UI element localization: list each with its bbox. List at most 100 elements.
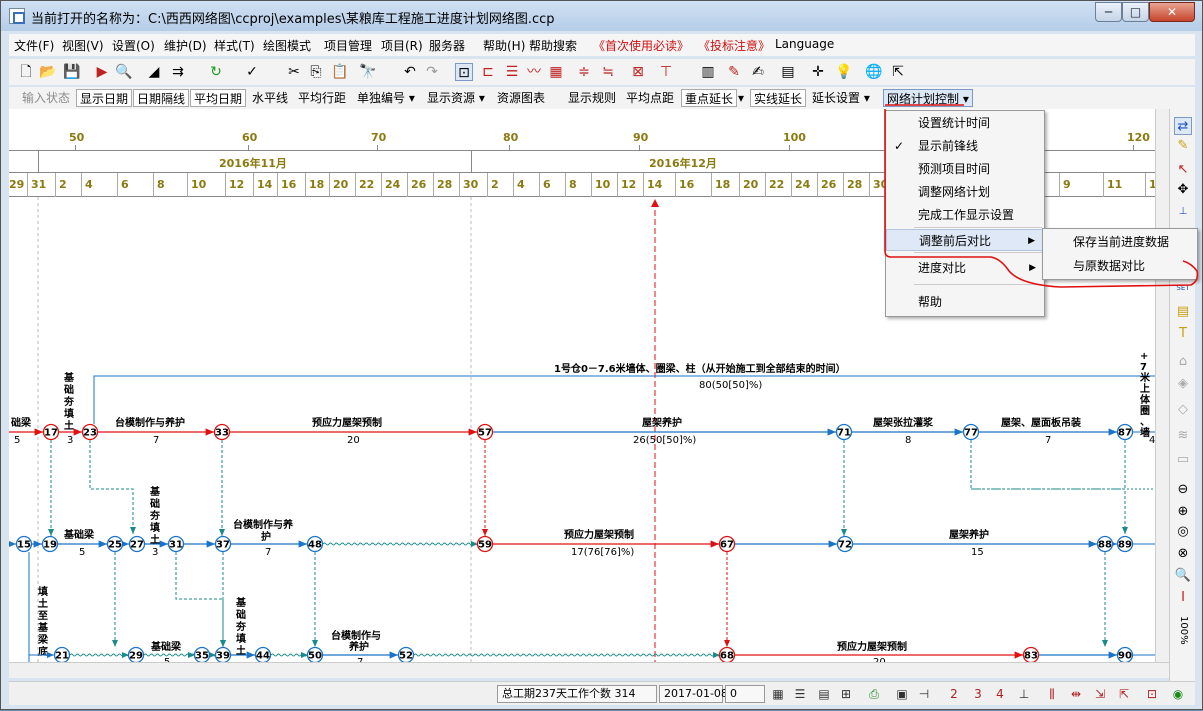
show-res-dropdown[interactable]: 显示资源 ▾ [424,89,488,107]
save-icon[interactable]: 💾 [63,63,81,81]
list-view-icon[interactable]: ☰ [791,685,809,703]
menu-item-6[interactable]: 进度对比 ▶ [886,257,1044,279]
solid-extend-button[interactable]: 实线延长 [750,89,807,107]
new-file-icon[interactable]: 🗋 [17,63,35,81]
grid-view-icon[interactable]: ▤ [815,685,833,703]
search-icon[interactable]: 🔍 [1174,567,1192,585]
input-state-button[interactable]: 输入状态 [19,89,73,107]
pin-tool-icon[interactable]: ✎ [1174,137,1192,155]
bar-icon[interactable]: ☰ [503,63,521,81]
align-icon[interactable]: ≑ [575,63,593,81]
avg-date-button[interactable]: 平均日期 [190,89,247,107]
target-icon[interactable]: ⊗ [1174,545,1192,563]
table-view-icon[interactable]: ▦ [769,685,787,703]
num4-icon[interactable]: 4 [991,685,1009,703]
check-icon[interactable]: ✓ [243,63,261,81]
tree-view-icon[interactable]: ⊞ [837,685,855,703]
menu-2[interactable]: 设置(O) [112,37,155,54]
layer-tool-icon[interactable]: ◈ [1174,375,1192,393]
horizontal-scrollbar[interactable] [9,662,1169,678]
line-style-icon[interactable]: ◢ [145,63,163,81]
exit-icon[interactable]: ⇱ [889,63,907,81]
show-date-button[interactable]: 显示日期 [76,89,133,107]
wave-tool-icon[interactable]: ≋ [1174,427,1192,445]
num3-icon[interactable]: 3 [969,685,987,703]
pointer-tool-icon[interactable]: ↖ [1174,161,1192,179]
network-view-icon[interactable]: ⊡ [455,63,473,81]
menu-5[interactable]: 绘图模式 [263,37,311,54]
avg-row-button[interactable]: 平均行距 [295,89,349,107]
zoom-in-icon[interactable]: ⊕ [1174,503,1192,521]
menu-item-3[interactable]: 调整网络计划 [886,181,1044,203]
export-icon[interactable]: ▶ [93,63,111,81]
resource-icon[interactable]: ▥ [699,63,717,81]
submenu-item-0[interactable]: 保存当前进度数据 [1043,231,1197,253]
grid-icon[interactable]: ▦ [547,63,565,81]
minimize-button[interactable]: ─ [1095,2,1122,22]
col-icon[interactable]: ⫼ [1043,685,1061,703]
redo-icon[interactable]: ↷ [423,63,441,81]
text-tool-icon[interactable]: ▤ [1174,303,1192,321]
globe-icon[interactable]: 🌐 [865,63,883,81]
submenu-item-1[interactable]: 与原数据对比 [1043,255,1197,277]
menu-item-7[interactable]: 帮助 [886,291,1044,313]
bulb-icon[interactable]: 💡 [835,63,853,81]
distribute-icon[interactable]: ≒ [599,63,617,81]
menu-item-2[interactable]: 预测项目时间 [886,158,1044,180]
move-tool-icon[interactable]: ✥ [1174,181,1192,199]
avg-point-button[interactable]: 平均点距 [623,89,677,107]
hierarchy-icon[interactable]: ⊤ [657,63,675,81]
split-icon[interactable]: ⇹ [1067,685,1085,703]
single-no-dropdown[interactable]: 单独编号 ▾ [354,89,418,107]
menu-13[interactable]: Language [775,37,834,51]
menu-1[interactable]: 视图(V) [62,37,104,54]
link-tool-icon[interactable]: ⊥ [1174,203,1192,221]
res-chart-button[interactable]: 资源图表 [494,89,548,107]
set-tool-icon[interactable]: SET [1174,279,1192,297]
open-folder-icon[interactable]: 📂 [39,63,57,81]
show-rule-button[interactable]: 显示规则 [565,89,619,107]
paste-icon[interactable]: 📋 [331,63,349,81]
menu-9[interactable]: 帮助(H) [483,37,525,54]
menu-4[interactable]: 样式(T) [214,37,255,54]
label-tool-icon[interactable]: T [1174,325,1192,343]
ruler-icon[interactable]: I [1174,589,1192,607]
menu-11[interactable]: 《首次使用必读》 [593,37,689,54]
menu-item-5[interactable]: 调整前后对比 ▶ [886,229,1044,251]
menu-item-0[interactable]: 设置统计时间 [886,112,1044,134]
menu-7[interactable]: 项目(R) [381,37,423,54]
date-gap-button[interactable]: 日期隔线 [133,89,190,107]
vertical-scrollbar[interactable] [1155,109,1169,662]
up-tool-icon[interactable]: ⌂ [1174,353,1192,371]
menu-3[interactable]: 维护(D) [164,37,207,54]
tool-icon[interactable]: ✎ [725,63,743,81]
tag-tool-icon[interactable]: ◇ [1174,401,1192,419]
copy-icon[interactable]: ⎘ [307,63,325,81]
node-icon[interactable]: ⊏ [479,63,497,81]
extend-set-dropdown[interactable]: 延长设置 ▾ [809,89,873,107]
cut-icon[interactable]: ✂ [285,63,303,81]
net-control-dropdown[interactable]: 网络计划控制 ▾ [883,89,973,107]
cross-icon[interactable]: ✛ [809,63,827,81]
select-tool-icon[interactable]: ⇄ [1174,117,1192,135]
shrink-icon[interactable]: ⇱ [1115,685,1133,703]
zoom-fit-icon[interactable]: ◎ [1174,523,1192,541]
find-icon[interactable]: 🔭 [359,63,377,81]
film-icon[interactable]: ▤ [779,63,797,81]
menu-12[interactable]: 《投标注意》 [698,37,770,54]
key-extend-dropdown-arrow[interactable]: ▾ [735,89,747,107]
print-preview-icon[interactable]: 🔍 [115,63,133,81]
frame-icon[interactable]: ⊡ [1143,685,1161,703]
menu-10[interactable]: 帮助搜索 [529,37,577,54]
print-icon[interactable]: ⎙ [865,685,883,703]
page-icon[interactable]: ▣ [893,685,911,703]
chart-icon[interactable]: ⊠ [629,63,647,81]
menu-0[interactable]: 文件(F) [14,37,54,54]
expand-icon[interactable]: ⇲ [1091,685,1109,703]
h-line-button[interactable]: 水平线 [249,89,291,107]
menu-8[interactable]: 服务器 [429,37,465,54]
close-button[interactable]: ✕ [1149,2,1195,22]
edit-icon[interactable]: ✍ [749,63,767,81]
undo-icon[interactable]: ↶ [401,63,419,81]
curve-icon[interactable]: 〰 [525,63,543,81]
